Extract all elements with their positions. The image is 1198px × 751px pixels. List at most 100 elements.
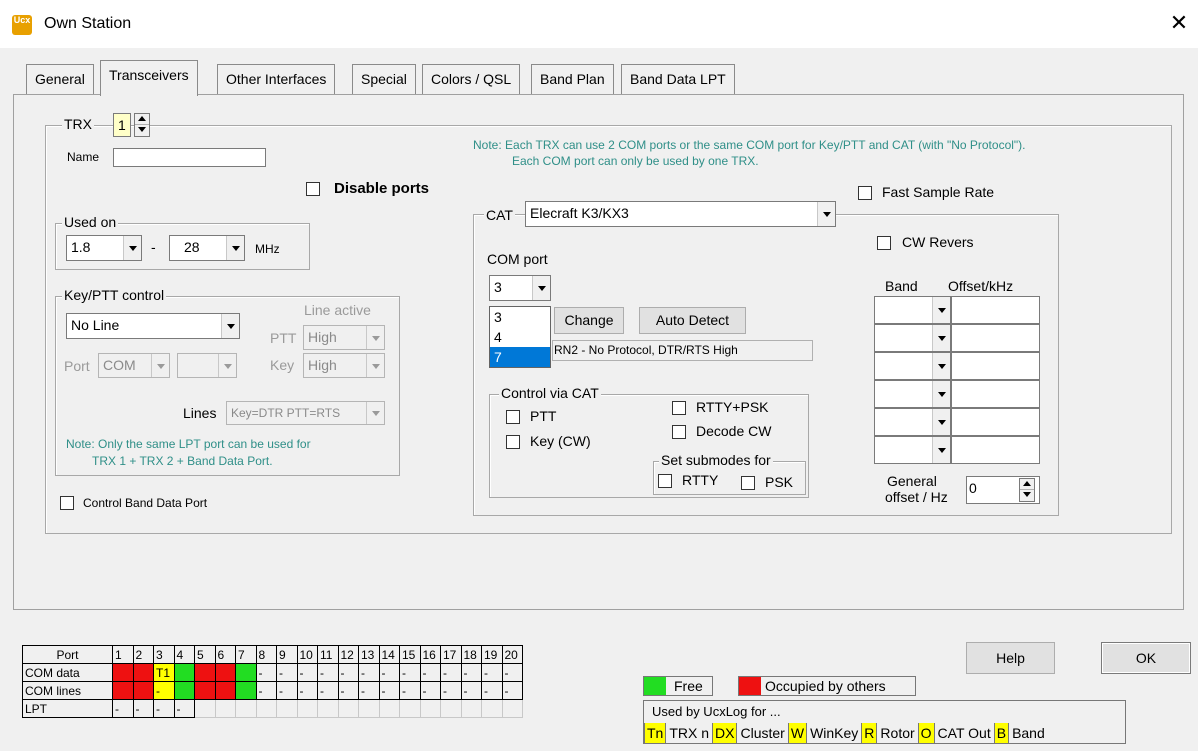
keyptt-note-line1: Note: Only the same LPT port can be used… xyxy=(66,437,311,451)
table-header-row: Port 1 2 3 4 5 6 7 8 9 10 11 12 13 14 15… xyxy=(22,645,523,664)
port-cell: - xyxy=(255,681,277,700)
port-cell: - xyxy=(501,663,523,682)
keyptt-line-value: No Line xyxy=(71,317,120,333)
tab-general[interactable]: General xyxy=(26,64,94,94)
port-cell xyxy=(255,699,277,718)
legend-occupied: Occupied by others xyxy=(738,676,916,696)
name-field[interactable] xyxy=(113,148,266,167)
band-select[interactable] xyxy=(874,324,951,352)
tab-special[interactable]: Special xyxy=(352,64,416,94)
help-button[interactable]: Help xyxy=(966,642,1055,674)
port-number: 1 xyxy=(112,645,134,664)
port-cell: - xyxy=(460,663,482,682)
tab-other-interfaces[interactable]: Other Interfaces xyxy=(217,64,336,94)
key-select: High xyxy=(303,353,385,378)
port-cell xyxy=(112,681,134,700)
cat-radio-select[interactable]: Elecraft K3/KX3 xyxy=(525,201,836,227)
general-offset-spinner[interactable] xyxy=(1019,478,1035,502)
band-select[interactable] xyxy=(874,408,951,436)
decode-cw-label: Decode CW xyxy=(696,423,772,439)
ok-button[interactable]: OK xyxy=(1101,642,1191,674)
used-by-label: Used by UcxLog for ... xyxy=(652,704,781,719)
submode-psk-checkbox[interactable] xyxy=(741,476,755,490)
band-select[interactable] xyxy=(874,352,951,380)
key-label: Key xyxy=(270,357,295,373)
chevron-down-icon xyxy=(366,402,384,424)
auto-detect-button[interactable]: Auto Detect xyxy=(639,307,746,334)
table-row: COM data T1- - - - - - - - - - - - - xyxy=(22,663,523,682)
port-cell: - xyxy=(481,681,503,700)
cat-ptt-label: PTT xyxy=(530,408,557,424)
change-button[interactable]: Change xyxy=(554,307,624,334)
com-option-selected[interactable]: 7 xyxy=(490,347,550,367)
line-active-label: Line active xyxy=(304,302,371,318)
trx-number-spinner[interactable] xyxy=(134,113,150,137)
tab-colors-qsl[interactable]: Colors / QSL xyxy=(422,64,521,94)
used-on-to-select[interactable]: 28 xyxy=(169,235,245,261)
port-cell: - xyxy=(317,681,339,700)
com-port-value: 3 xyxy=(494,279,502,295)
port-cell: - xyxy=(317,663,339,682)
port-number: 13 xyxy=(358,645,380,664)
cat-ptt-checkbox[interactable] xyxy=(506,410,520,424)
port-cell: - xyxy=(460,681,482,700)
port-cell xyxy=(460,699,482,718)
port-cell xyxy=(112,663,134,682)
used-on-from-value: 1.8 xyxy=(71,239,91,255)
ptt-select: High xyxy=(303,325,385,350)
cw-revers-checkbox[interactable] xyxy=(877,236,891,250)
band-select[interactable] xyxy=(874,436,951,464)
used-on-from-select[interactable]: 1.8 xyxy=(66,235,142,261)
band-header: Band xyxy=(885,278,918,294)
table-row: LPT - - - - xyxy=(22,699,523,718)
port-cell: - xyxy=(153,681,175,700)
control-band-data-label: Control Band Data Port xyxy=(83,496,208,510)
decode-cw-checkbox[interactable] xyxy=(672,425,686,439)
tab-band-data-lpt[interactable]: Band Data LPT xyxy=(621,64,735,94)
cat-radio-value: Elecraft K3/KX3 xyxy=(530,205,629,221)
band-select[interactable] xyxy=(874,296,951,324)
offset-field[interactable] xyxy=(951,352,1040,380)
control-via-cat-label: Control via CAT xyxy=(499,385,601,401)
ptt-label: PTT xyxy=(270,330,297,346)
com-option[interactable]: 3 xyxy=(490,307,550,327)
close-icon[interactable]: ✕ xyxy=(1166,10,1192,36)
offset-field[interactable] xyxy=(951,296,1040,324)
port-cell xyxy=(440,699,462,718)
free-swatch xyxy=(644,677,666,695)
port-cell xyxy=(132,663,154,682)
offset-field[interactable] xyxy=(951,324,1040,352)
keyptt-line-select[interactable]: No Line xyxy=(66,313,240,339)
cw-revers-label: CW Revers xyxy=(902,234,974,250)
port-cell: - xyxy=(378,681,400,700)
offset-field[interactable] xyxy=(951,436,1040,464)
port-cell: - xyxy=(153,699,175,718)
title-bar: Ucx Own Station ✕ xyxy=(0,0,1198,48)
legend-items: Tn TRX n DX Cluster W WinKey R Rotor O CAT Out B Ba… xyxy=(644,723,1048,743)
control-band-data-checkbox[interactable] xyxy=(60,496,74,510)
port-cell xyxy=(481,699,503,718)
port-number: 10 xyxy=(296,645,318,664)
com-option[interactable]: 4 xyxy=(490,327,550,347)
submode-rtty-checkbox[interactable] xyxy=(658,474,672,488)
port-number: 4 xyxy=(173,645,195,664)
band-select[interactable] xyxy=(874,380,951,408)
com-port-select[interactable]: 3 xyxy=(489,275,551,301)
key-value: High xyxy=(308,357,337,373)
tab-transceivers[interactable]: Transceivers xyxy=(100,60,198,96)
cat-status: RN2 - No Protocol, DTR/RTS High xyxy=(552,340,813,361)
port-cell: - xyxy=(378,663,400,682)
rtty-psk-checkbox[interactable] xyxy=(672,401,686,415)
trx-note-line2: Each COM port can only be used by one TR… xyxy=(512,154,759,168)
offset-field[interactable] xyxy=(951,380,1040,408)
fast-sample-checkbox[interactable] xyxy=(858,186,872,200)
tab-band-plan[interactable]: Band Plan xyxy=(531,64,614,94)
offset-field[interactable] xyxy=(951,408,1040,436)
disable-ports-checkbox[interactable] xyxy=(306,182,320,196)
trx-number-field[interactable]: 1 xyxy=(113,113,131,137)
cat-label: CAT xyxy=(484,205,515,229)
trx-label: TRX xyxy=(62,116,94,140)
cat-key-checkbox[interactable] xyxy=(506,435,520,449)
port-cell xyxy=(214,663,236,682)
occupied-swatch xyxy=(739,677,761,695)
